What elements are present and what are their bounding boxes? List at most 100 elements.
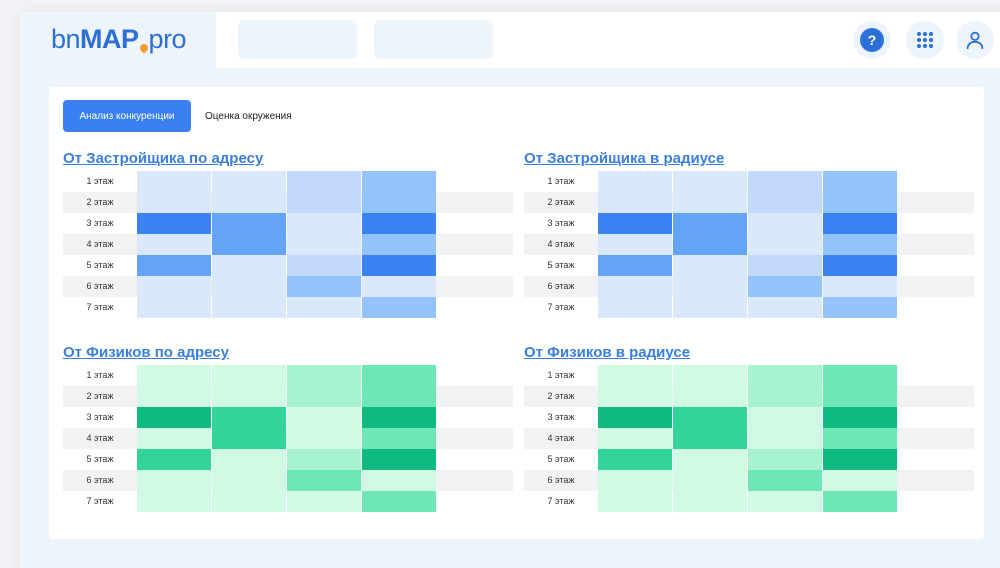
heatmap-cell[interactable] [362, 470, 436, 491]
heatmap-cell[interactable] [748, 255, 822, 276]
heatmap-cell[interactable] [137, 192, 211, 213]
heatmap-cell[interactable] [598, 213, 672, 234]
heatmap-cell[interactable] [673, 470, 747, 491]
heatmap-cell[interactable] [748, 297, 822, 318]
heatmap-cell[interactable] [137, 255, 211, 276]
heatmap-cell[interactable] [287, 470, 361, 491]
heatmap-cell[interactable] [823, 470, 897, 491]
heatmap-cell[interactable] [362, 449, 436, 470]
heatmap-cell[interactable] [212, 470, 286, 491]
heatmap-cell[interactable] [823, 297, 897, 318]
heatmap-cell[interactable] [287, 234, 361, 255]
tab-environment[interactable]: Оценка окружения [196, 100, 306, 132]
heatmap-cell[interactable] [598, 171, 672, 192]
heatmap-cell[interactable] [287, 428, 361, 449]
heatmap-cell[interactable] [748, 470, 822, 491]
tab-competition[interactable]: Анализ конкуренции [63, 100, 191, 132]
heatmap-cell[interactable] [362, 171, 436, 192]
heatmap-cell[interactable] [598, 192, 672, 213]
heatmap-cell[interactable] [137, 276, 211, 297]
section-title-link[interactable]: От Застройщика по адресу [63, 149, 513, 169]
heatmap-cell[interactable] [137, 491, 211, 512]
heatmap-cell[interactable] [823, 386, 897, 407]
heatmap-cell[interactable] [673, 255, 747, 276]
heatmap-cell[interactable] [362, 407, 436, 428]
heatmap-cell[interactable] [287, 171, 361, 192]
heatmap-cell[interactable] [137, 449, 211, 470]
heatmap-cell[interactable] [212, 491, 286, 512]
heatmap-cell[interactable] [137, 365, 211, 386]
heatmap-cell[interactable] [748, 386, 822, 407]
heatmap-cell[interactable] [212, 386, 286, 407]
heatmap-cell[interactable] [287, 407, 361, 428]
heatmap-cell[interactable] [362, 428, 436, 449]
heatmap-cell[interactable] [823, 192, 897, 213]
heatmap-cell[interactable] [673, 407, 747, 428]
apps-button[interactable] [906, 21, 944, 59]
heatmap-cell[interactable] [673, 491, 747, 512]
heatmap-cell[interactable] [673, 449, 747, 470]
header-placeholder-2[interactable] [374, 20, 493, 59]
section-title-link[interactable]: От Физиков в радиусе [524, 343, 974, 363]
heatmap-cell[interactable] [362, 213, 436, 234]
help-button[interactable]: ? [853, 21, 891, 59]
heatmap-cell[interactable] [212, 213, 286, 234]
heatmap-cell[interactable] [748, 234, 822, 255]
heatmap-cell[interactable] [137, 171, 211, 192]
heatmap-cell[interactable] [748, 276, 822, 297]
heatmap-cell[interactable] [287, 255, 361, 276]
heatmap-cell[interactable] [212, 365, 286, 386]
heatmap-cell[interactable] [673, 276, 747, 297]
heatmap-cell[interactable] [598, 276, 672, 297]
heatmap-cell[interactable] [673, 365, 747, 386]
heatmap-cell[interactable] [748, 213, 822, 234]
heatmap-cell[interactable] [673, 297, 747, 318]
heatmap-cell[interactable] [598, 428, 672, 449]
heatmap-cell[interactable] [137, 213, 211, 234]
heatmap-cell[interactable] [212, 428, 286, 449]
heatmap-cell[interactable] [137, 428, 211, 449]
heatmap-cell[interactable] [823, 171, 897, 192]
heatmap-cell[interactable] [287, 276, 361, 297]
heatmap-cell[interactable] [137, 407, 211, 428]
heatmap-cell[interactable] [287, 365, 361, 386]
section-title-link[interactable]: От Застройщика в радиусе [524, 149, 974, 169]
heatmap-cell[interactable] [748, 192, 822, 213]
heatmap-cell[interactable] [362, 276, 436, 297]
logo[interactable]: bnMAP pro [51, 23, 187, 55]
heatmap-cell[interactable] [598, 365, 672, 386]
heatmap-cell[interactable] [673, 428, 747, 449]
heatmap-cell[interactable] [137, 470, 211, 491]
heatmap-cell[interactable] [823, 234, 897, 255]
heatmap-cell[interactable] [362, 192, 436, 213]
heatmap-cell[interactable] [748, 171, 822, 192]
heatmap-cell[interactable] [362, 491, 436, 512]
heatmap-cell[interactable] [287, 449, 361, 470]
heatmap-cell[interactable] [287, 213, 361, 234]
heatmap-cell[interactable] [362, 234, 436, 255]
heatmap-cell[interactable] [362, 255, 436, 276]
heatmap-cell[interactable] [598, 491, 672, 512]
profile-button[interactable] [956, 21, 994, 59]
heatmap-cell[interactable] [362, 297, 436, 318]
heatmap-cell[interactable] [748, 491, 822, 512]
heatmap-cell[interactable] [598, 407, 672, 428]
heatmap-cell[interactable] [362, 365, 436, 386]
heatmap-cell[interactable] [362, 386, 436, 407]
heatmap-cell[interactable] [212, 276, 286, 297]
heatmap-cell[interactable] [598, 449, 672, 470]
heatmap-cell[interactable] [823, 276, 897, 297]
heatmap-cell[interactable] [598, 255, 672, 276]
heatmap-cell[interactable] [212, 192, 286, 213]
header-placeholder-1[interactable] [238, 20, 357, 59]
heatmap-cell[interactable] [673, 234, 747, 255]
heatmap-cell[interactable] [673, 171, 747, 192]
heatmap-cell[interactable] [823, 449, 897, 470]
heatmap-cell[interactable] [823, 365, 897, 386]
heatmap-cell[interactable] [212, 407, 286, 428]
heatmap-cell[interactable] [212, 171, 286, 192]
heatmap-cell[interactable] [287, 386, 361, 407]
heatmap-cell[interactable] [823, 213, 897, 234]
heatmap-cell[interactable] [748, 449, 822, 470]
heatmap-cell[interactable] [823, 428, 897, 449]
